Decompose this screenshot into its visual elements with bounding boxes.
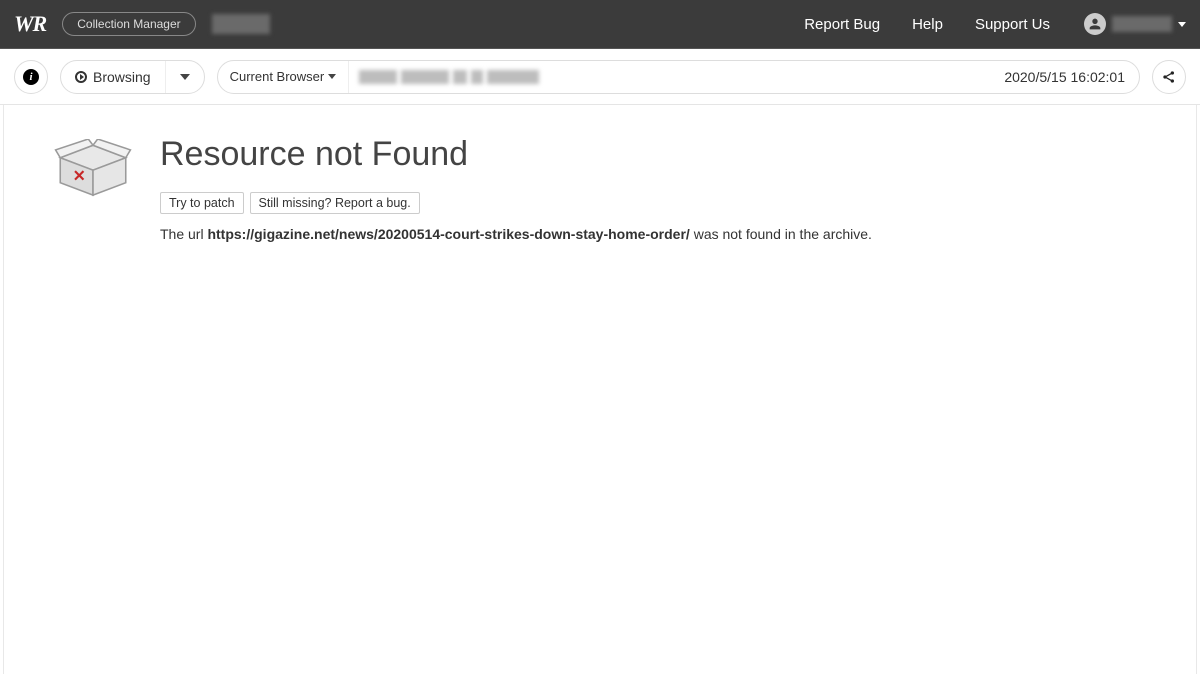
url-bar: Current Browser 2020/5/15 16:02:01 <box>217 60 1140 94</box>
chevron-down-icon <box>180 74 190 80</box>
not-found-message: The url https://gigazine.net/news/202005… <box>160 226 1146 242</box>
collection-name-redacted <box>212 14 270 34</box>
chevron-down-icon <box>328 74 336 79</box>
report-bug-link[interactable]: Report Bug <box>804 16 880 33</box>
user-menu[interactable] <box>1084 13 1186 35</box>
svg-text:✕: ✕ <box>73 168 86 185</box>
url-input[interactable] <box>349 61 990 93</box>
report-bug-button[interactable]: Still missing? Report a bug. <box>250 192 420 214</box>
play-circle-icon <box>75 71 87 83</box>
share-icon <box>1161 69 1177 85</box>
content-area: ✕ Resource not Found Try to patch Still … <box>3 105 1197 674</box>
collection-manager-button[interactable]: Collection Manager <box>62 12 195 36</box>
mode-button[interactable]: Browsing <box>61 61 166 93</box>
logo[interactable]: WR <box>14 11 46 37</box>
recording-toolbar: i Browsing Current Browser 2020/5/15 16:… <box>0 49 1200 105</box>
url-segment-redacted <box>453 70 467 84</box>
try-patch-button[interactable]: Try to patch <box>160 192 244 214</box>
help-link[interactable]: Help <box>912 16 943 33</box>
mode-dropdown-toggle[interactable] <box>166 61 204 93</box>
url-segment-redacted <box>359 70 397 84</box>
username-redacted <box>1112 16 1172 32</box>
user-avatar-icon <box>1084 13 1106 35</box>
empty-box-icon: ✕ <box>54 139 132 201</box>
msg-url: https://gigazine.net/news/20200514-court… <box>207 226 689 242</box>
support-us-link[interactable]: Support Us <box>975 16 1050 33</box>
chevron-down-icon <box>1178 22 1186 27</box>
browser-label: Current Browser <box>230 69 325 84</box>
url-segment-redacted <box>471 70 483 84</box>
msg-suffix: was not found in the archive. <box>690 226 872 242</box>
browser-selector[interactable]: Current Browser <box>218 61 350 93</box>
mode-label: Browsing <box>93 69 151 85</box>
share-button[interactable] <box>1152 60 1186 94</box>
info-icon: i <box>23 69 39 85</box>
msg-prefix: The url <box>160 226 207 242</box>
url-segment-redacted <box>487 70 539 84</box>
capture-timestamp: 2020/5/15 16:02:01 <box>990 69 1139 85</box>
url-segment-redacted <box>401 70 449 84</box>
page-title: Resource not Found <box>160 135 1146 174</box>
mode-selector: Browsing <box>60 60 205 94</box>
info-button[interactable]: i <box>14 60 48 94</box>
top-nav: WR Collection Manager Report Bug Help Su… <box>0 0 1200 49</box>
